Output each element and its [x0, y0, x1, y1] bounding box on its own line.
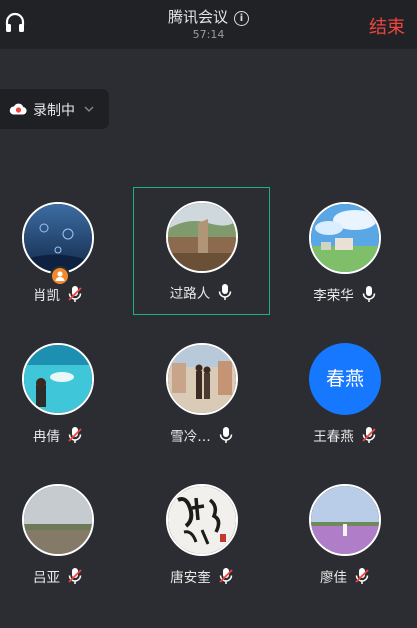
- host-badge-icon: [50, 266, 70, 286]
- meeting-title-text: 腾讯会议: [167, 8, 228, 26]
- participant-tile[interactable]: 廖佳: [273, 470, 417, 600]
- avatar: [22, 343, 94, 415]
- participant-name: 肖凯: [33, 288, 60, 304]
- avatar: [309, 202, 381, 274]
- participant-name: 李荣华: [313, 288, 354, 304]
- meeting-title[interactable]: 腾讯会议 i: [0, 6, 417, 27]
- recording-status-button[interactable]: 录制中: [0, 89, 109, 129]
- recording-label: 录制中: [33, 103, 75, 119]
- mic-muted-icon: [68, 286, 82, 302]
- participant-name: 王春燕: [313, 429, 354, 445]
- participant-name: 唐安奎: [170, 570, 211, 586]
- mic-muted-icon: [219, 568, 233, 584]
- avatar: [22, 484, 94, 556]
- participant-tile[interactable]: 唐安奎: [130, 470, 274, 600]
- participant-name: 冉倩: [33, 429, 60, 445]
- avatar: [165, 201, 238, 273]
- avatar-initials: 春燕: [309, 343, 381, 415]
- mic-icon: [362, 286, 375, 302]
- participant-name: 过路人: [169, 286, 211, 302]
- avatar: [166, 343, 238, 415]
- mic-icon: [219, 284, 232, 300]
- mic-muted-icon: [68, 427, 82, 443]
- participant-tile[interactable]: 雪冷…: [130, 329, 274, 459]
- mic-icon: [219, 427, 232, 443]
- participant-name: 吕亚: [33, 570, 60, 586]
- participant-tile-active-speaker[interactable]: 过路人: [133, 187, 270, 315]
- participant-tile[interactable]: 李荣华: [273, 188, 417, 318]
- avatar: [22, 202, 94, 274]
- mic-muted-icon: [355, 568, 369, 584]
- participant-tile[interactable]: 肖凯: [0, 188, 130, 318]
- participant-tile[interactable]: 春燕 王春燕: [273, 329, 417, 459]
- participant-name: 雪冷…: [170, 429, 211, 445]
- cloud-recording-icon: [9, 103, 27, 115]
- meeting-timer: 57:14: [192, 28, 225, 41]
- top-bar: 腾讯会议 i 57:14 结束: [0, 0, 417, 49]
- info-icon[interactable]: i: [234, 11, 249, 26]
- participant-tile[interactable]: 吕亚: [0, 470, 130, 600]
- avatar: [309, 484, 381, 556]
- participant-name: 廖佳: [320, 570, 347, 586]
- mic-muted-icon: [362, 427, 376, 443]
- chevron-down-icon: [84, 106, 94, 112]
- participant-tile[interactable]: 冉倩: [0, 329, 130, 459]
- avatar: [166, 484, 238, 556]
- end-meeting-button[interactable]: 结束: [369, 13, 405, 39]
- mic-muted-icon: [68, 568, 82, 584]
